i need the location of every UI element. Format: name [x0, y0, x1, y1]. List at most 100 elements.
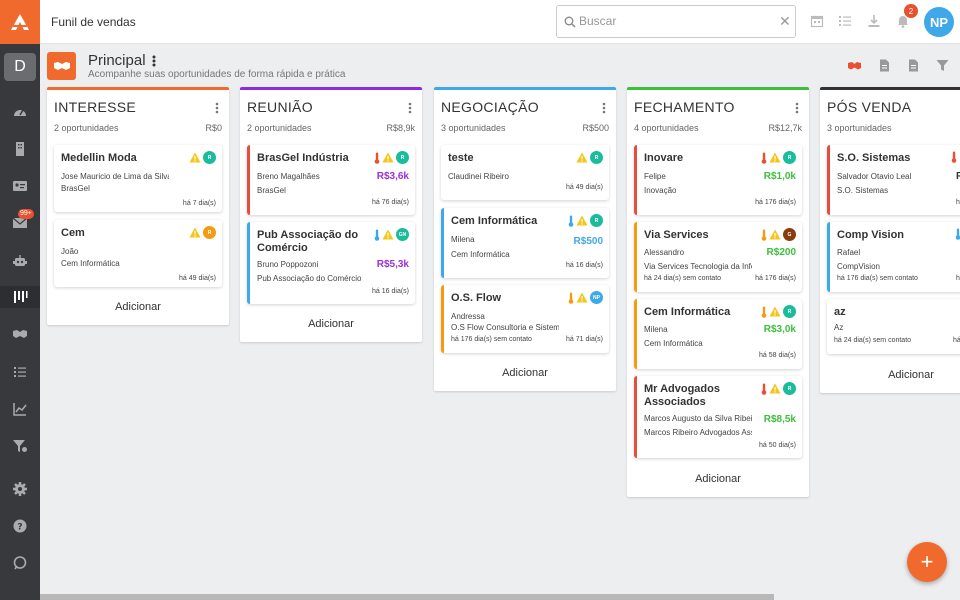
sidebar-deals[interactable] [10, 324, 30, 344]
deal-card[interactable]: Comp Vision Rafael CompVision R há 176 d… [827, 222, 960, 292]
sidebar-tasks[interactable] [10, 362, 30, 382]
calendar-icon[interactable] [810, 14, 824, 28]
deal-card[interactable]: S.O. Sistemas Salvador Otavio Leal S.O. … [827, 145, 960, 215]
column-fechamento: FECHAMENTO 4 oportunidades R$12,7k Inova… [627, 87, 809, 497]
deals-view-icon[interactable] [848, 59, 861, 72]
deal-card[interactable]: Inovare R Felipe Inovação R$1,0k há 176 … [634, 145, 802, 215]
column-count: 3 oportunidades [441, 123, 506, 133]
sidebar-filters[interactable] [10, 436, 30, 456]
search-input[interactable] [579, 14, 769, 28]
workspace-switcher[interactable]: D [4, 53, 36, 81]
owner-avatar: NP [590, 291, 603, 304]
sidebar-chat[interactable] [10, 553, 30, 573]
user-avatar[interactable]: NP [924, 7, 954, 37]
warning-icon [576, 152, 588, 163]
sidebar-contacts[interactable] [10, 176, 30, 196]
sidebar-reports[interactable] [10, 399, 30, 419]
column-menu-icon[interactable] [602, 102, 606, 114]
filter-icon[interactable] [936, 59, 949, 72]
funnel-badge [47, 52, 76, 80]
column-total: R$500 [582, 123, 609, 133]
deal-age: há 58 dia(s) [759, 352, 796, 359]
page-title[interactable]: Principal [88, 52, 146, 69]
thermometer-warm-icon [761, 306, 767, 318]
card-icons [951, 151, 957, 163]
warning-icon [576, 292, 588, 303]
thermometer-cold-icon [568, 215, 574, 227]
column-count: 2 oportunidades [247, 123, 312, 133]
horizontal-scrollbar[interactable] [40, 594, 774, 600]
thermometer-warm-icon [761, 229, 767, 241]
deal-contact: João [61, 247, 79, 256]
deal-value: R$200 [766, 247, 796, 258]
page-header: Principal Acompanhe suas oportunidades d… [40, 44, 960, 86]
deal-title: Medellin Moda [61, 152, 137, 164]
column-menu-icon[interactable] [795, 102, 799, 114]
handshake-icon [13, 330, 27, 338]
deal-card[interactable]: Medellin Moda R Jose Mauricio de Lima da… [54, 145, 222, 212]
deal-card[interactable]: BrasGel Indústria R Breno Magalhães Bras… [247, 145, 415, 215]
card-icons: R [568, 214, 603, 227]
warning-icon [769, 383, 781, 394]
deal-card[interactable]: Cem Informática R Milena Cem Informática… [634, 299, 802, 369]
add-deal-button[interactable]: Adicionar [434, 367, 616, 379]
owner-avatar: R [783, 151, 796, 164]
deal-age: há 16 dia(s) [566, 262, 603, 269]
export-doc-icon[interactable] [878, 59, 891, 72]
app-logo[interactable] [0, 0, 40, 44]
deal-card[interactable]: Pub Associação do Comércio GN Bruno Popp… [247, 222, 415, 304]
deal-company: BrasGel [61, 184, 90, 193]
sidebar-settings[interactable] [10, 479, 30, 499]
column-count: 4 oportunidades [634, 123, 699, 133]
download-icon[interactable] [867, 14, 881, 28]
deal-company: S.O. Sistemas [837, 186, 889, 195]
list-icon[interactable] [838, 14, 852, 28]
warning-icon [769, 152, 781, 163]
title-menu-icon[interactable] [152, 55, 156, 67]
deal-card[interactable]: az Az há 24 dia(s) sem contato há [827, 299, 960, 354]
deal-value: R$3,0k [763, 324, 796, 335]
deal-company: Via Services Tecnologia da Informação [644, 262, 752, 271]
add-deal-button[interactable]: Adicionar [47, 301, 229, 313]
add-deal-button[interactable]: Adicionar [627, 473, 809, 485]
sidebar-dashboard[interactable] [10, 102, 30, 122]
deal-contact: Rafael [837, 248, 861, 257]
sidebar-funnel[interactable] [0, 286, 40, 308]
import-doc-icon[interactable] [907, 59, 920, 72]
column-title: PÓS VENDA [827, 99, 912, 115]
deal-card[interactable]: Cem Informática R Milena Cem Informática… [441, 208, 609, 278]
add-deal-button[interactable]: Adicionar [820, 369, 960, 381]
notification-badge: 2 [904, 4, 918, 18]
deal-title: S.O. Sistemas [837, 152, 911, 164]
sidebar-companies[interactable] [10, 139, 30, 159]
clear-search-icon[interactable]: ✕ [779, 13, 791, 30]
card-icons: GN [374, 228, 409, 241]
deal-card[interactable]: Cem R João Cem Informática há 49 dia(s) [54, 220, 222, 287]
warning-icon [189, 227, 201, 238]
column-menu-icon[interactable] [408, 102, 412, 114]
sidebar-bot[interactable] [10, 251, 30, 271]
deal-card[interactable]: Via Services G Alessandro Via Services T… [634, 222, 802, 292]
deal-card[interactable]: Mr Advogados Associados R Marcos Augusto… [634, 376, 802, 458]
deal-card[interactable]: teste R Claudinei Ribeiro há 49 dia(s) [441, 145, 609, 200]
add-fab-button[interactable]: + [907, 542, 947, 582]
column-title: FECHAMENTO [634, 99, 735, 115]
deal-card[interactable]: O.S. Flow NP Andressa O.S Flow Consultor… [441, 285, 609, 353]
deal-company: Inovação [644, 186, 677, 195]
deal-contact: Jose Mauricio de Lima da Silva [61, 172, 169, 181]
thermometer-hot-icon [951, 151, 957, 163]
deal-age: há 16 dia(s) [372, 288, 409, 295]
owner-avatar: R [590, 151, 603, 164]
deal-age: há 50 dia(s) [759, 442, 796, 449]
card-icons: R [374, 151, 409, 164]
column-reuniao: REUNIÃO 2 oportunidades R$8,9k BrasGel I… [240, 87, 422, 342]
column-menu-icon[interactable] [215, 102, 219, 114]
column-total: R$0 [205, 123, 222, 133]
owner-avatar: R [203, 151, 216, 164]
sidebar-help[interactable]: ? [10, 516, 30, 536]
column-pos-venda: PÓS VENDA 3 oportunidades S.O. Sistemas … [820, 87, 960, 393]
add-deal-button[interactable]: Adicionar [240, 318, 422, 330]
help-icon: ? [13, 519, 27, 533]
thermometer-cold-icon [374, 229, 380, 241]
deal-contact: Marcos Augusto da Silva Ribeiro [644, 414, 752, 423]
